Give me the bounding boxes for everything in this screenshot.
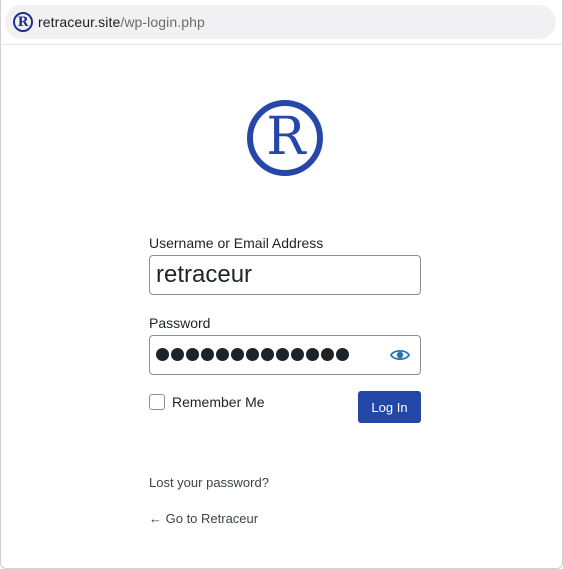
password-dot bbox=[216, 348, 229, 361]
password-dot bbox=[156, 348, 169, 361]
url-path: /wp-login.php bbox=[120, 14, 205, 30]
password-dot bbox=[291, 348, 304, 361]
password-dot bbox=[261, 348, 274, 361]
back-to-site-link[interactable]: ← Go to Retraceur bbox=[149, 511, 258, 526]
remember-me-label[interactable]: Remember Me bbox=[172, 394, 265, 410]
password-dot bbox=[276, 348, 289, 361]
url-text[interactable]: retraceur.site/wp-login.php bbox=[38, 14, 205, 30]
site-favicon-icon: R bbox=[13, 12, 33, 32]
password-dot bbox=[186, 348, 199, 361]
address-bar[interactable]: R retraceur.site/wp-login.php bbox=[5, 5, 556, 39]
password-dot bbox=[231, 348, 244, 361]
username-value: retraceur bbox=[156, 261, 253, 288]
url-host: retraceur.site bbox=[38, 14, 121, 30]
username-field[interactable]: retraceur bbox=[149, 255, 421, 295]
password-masked-value bbox=[156, 348, 349, 361]
password-field[interactable] bbox=[149, 335, 421, 375]
password-dot bbox=[201, 348, 214, 361]
remember-me-checkbox[interactable] bbox=[149, 394, 165, 410]
password-dot bbox=[246, 348, 259, 361]
site-logo[interactable]: R bbox=[247, 100, 323, 176]
username-label: Username or Email Address bbox=[149, 235, 324, 251]
lost-password-link[interactable]: Lost your password? bbox=[149, 475, 269, 490]
address-bar-divider bbox=[0, 44, 563, 45]
password-dot bbox=[306, 348, 319, 361]
password-label: Password bbox=[149, 315, 211, 331]
site-logo-glyph: R bbox=[266, 107, 306, 167]
password-dot bbox=[321, 348, 334, 361]
eye-icon[interactable] bbox=[390, 348, 410, 362]
password-dot bbox=[336, 348, 349, 361]
password-dot bbox=[171, 348, 184, 361]
login-button[interactable]: Log In bbox=[358, 391, 421, 423]
